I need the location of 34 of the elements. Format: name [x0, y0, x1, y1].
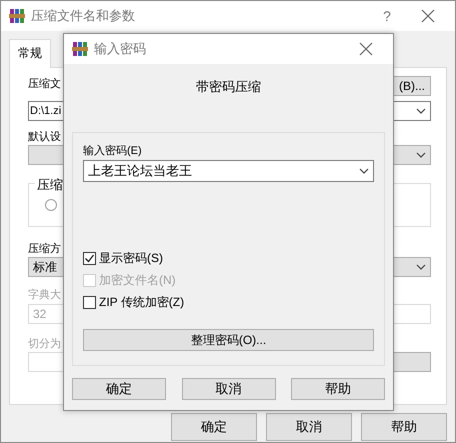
dialog-button[interactable]: 帮助: [291, 378, 385, 400]
field-label: 压缩方: [28, 242, 61, 256]
password-combo[interactable]: 上老王论坛当老王: [83, 160, 374, 182]
dialog-button[interactable]: 确定: [72, 378, 166, 400]
window-title: 压缩文件名和参数: [31, 7, 136, 25]
field-label: 默认设: [28, 130, 61, 144]
dialog-button[interactable]: 取消: [182, 378, 276, 400]
dialog-button[interactable]: 帮助: [361, 413, 447, 441]
stacked-books-icon: [72, 41, 88, 57]
close-icon: [421, 9, 435, 23]
organize-passwords-button[interactable]: 整理密码(O)...: [83, 329, 374, 351]
tab[interactable]: 常规: [9, 39, 51, 68]
radio-button[interactable]: [45, 199, 57, 211]
dialog-button[interactable]: 取消: [266, 413, 352, 441]
checkbox: 加密文件名(N): [83, 272, 176, 289]
field-label: 压缩文: [28, 76, 61, 91]
caret-icon: [416, 108, 426, 114]
check-icon: [84, 253, 95, 264]
field-label: 字典大: [28, 288, 61, 302]
caret-icon: [359, 168, 369, 174]
close-icon: [359, 42, 373, 56]
help-button[interactable]: ?: [367, 8, 407, 24]
field-label: 切分为: [28, 337, 61, 351]
caret-icon: [416, 152, 426, 158]
caret-icon: [416, 264, 426, 270]
browse-button[interactable]: (B)...: [393, 76, 431, 96]
checkbox[interactable]: 显示密码(S): [83, 250, 163, 267]
stacked-books-icon: [9, 8, 25, 24]
split-button[interactable]: [393, 352, 431, 372]
dialog-title: 输入密码: [94, 40, 147, 58]
field-label: 输入密码(E): [83, 144, 142, 158]
checkbox[interactable]: ZIP 传统加密(Z): [83, 294, 184, 311]
dialog-heading: 带密码压缩: [195, 78, 262, 96]
dialog-button[interactable]: 确定: [171, 413, 257, 441]
